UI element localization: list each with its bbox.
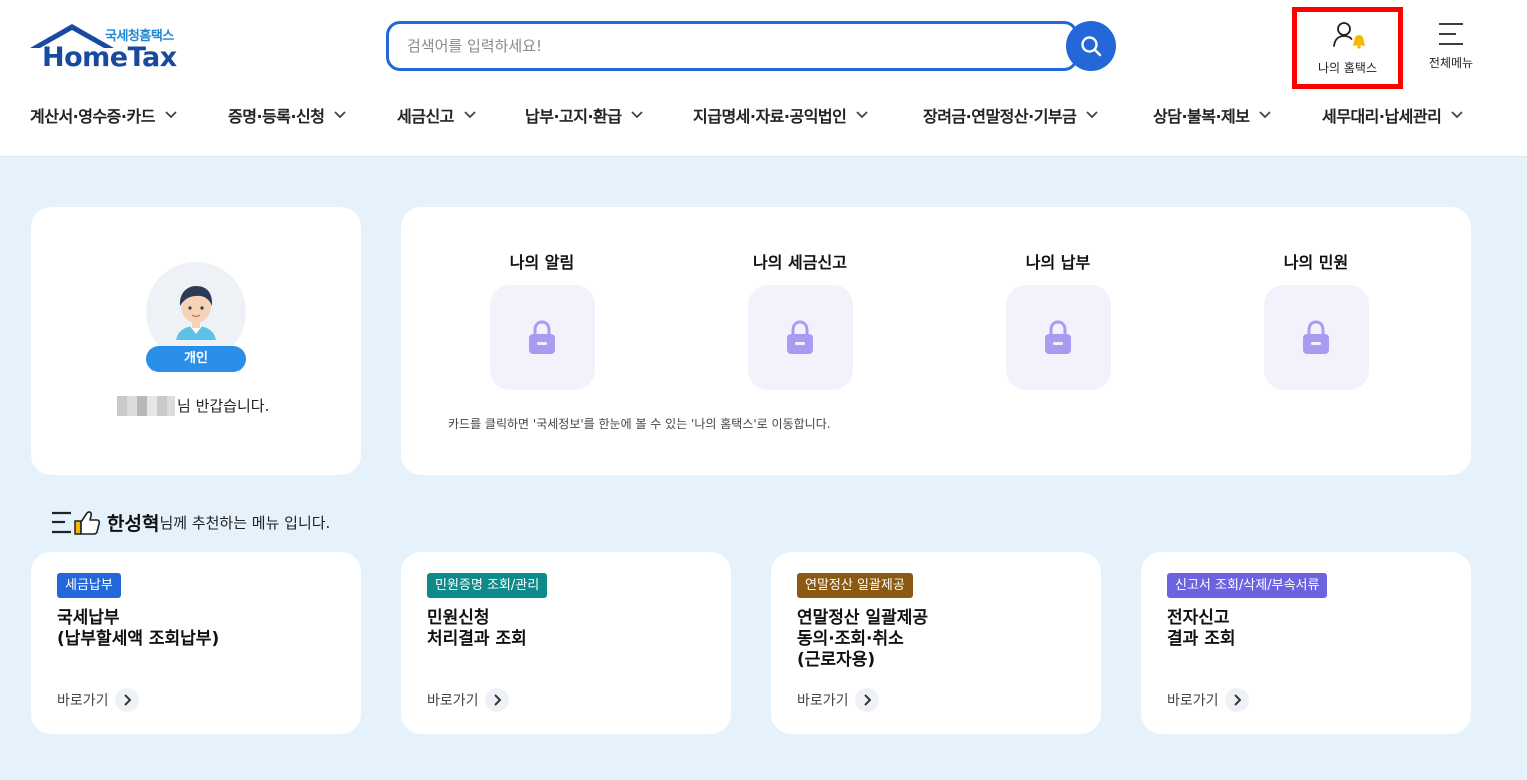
recommend-card-title: 전자신고 결과 조회 xyxy=(1167,608,1236,649)
masked-user-name xyxy=(117,395,175,416)
profile-card: 개인 님 반갑습니다. xyxy=(31,207,361,475)
chevron-down-icon xyxy=(1086,111,1098,119)
status-item-title: 나의 민원 xyxy=(1283,253,1349,272)
nav-item-label: 장려금·연말정산·기부금 xyxy=(923,107,1077,126)
recommend-card-title: 연말정산 일괄제공 동의·조회·취소 (근로자용) xyxy=(797,608,929,670)
lock-icon xyxy=(1303,319,1329,354)
search-box xyxy=(386,21,1078,71)
recommend-card-title: 민원신청 처리결과 조회 xyxy=(427,608,527,649)
go-link[interactable]: 바로가기 xyxy=(57,688,139,712)
recommend-card-tag: 연말정산 일괄제공 xyxy=(797,573,913,598)
nav-item-consult[interactable]: 상담·불복·제보 xyxy=(1153,103,1272,127)
chevron-right-icon xyxy=(854,688,879,712)
lock-icon xyxy=(787,319,813,354)
recommend-heading: 한성혁 님께 추천하는 메뉴 입니다. xyxy=(51,509,330,536)
go-link[interactable]: 바로가기 xyxy=(797,688,879,712)
status-item-title: 나의 알림 xyxy=(509,253,575,272)
status-item-title: 나의 세금신고 xyxy=(753,253,847,272)
status-item-payment[interactable]: 나의 납부 xyxy=(978,249,1138,390)
status-note: 카드를 클릭하면 '국세정보'를 한눈에 볼 수 있는 '나의 홈택스'로 이동… xyxy=(448,417,831,431)
recommend-card-tag: 세금납부 xyxy=(57,573,121,598)
nav-item-label: 상담·불복·제보 xyxy=(1153,107,1250,126)
recommend-thumbs-up-icon xyxy=(52,510,101,535)
nav-item-label: 증명·등록·신청 xyxy=(228,107,325,126)
chevron-down-icon xyxy=(165,111,177,119)
chevron-down-icon xyxy=(856,111,868,119)
status-item-box[interactable] xyxy=(489,285,595,390)
nav-item-incentive[interactable]: 장려금·연말정산·기부금 xyxy=(923,103,1098,127)
greeting-text: 님 반갑습니다. xyxy=(177,397,270,415)
all-menu-label: 전체메뉴 xyxy=(1428,56,1474,70)
status-item-alerts[interactable]: 나의 알림 xyxy=(462,249,622,390)
status-item-title: 나의 납부 xyxy=(1025,253,1091,272)
lock-icon xyxy=(529,319,555,354)
search-input[interactable] xyxy=(407,34,1047,58)
go-link-label: 바로가기 xyxy=(57,693,109,709)
recommend-card-petition-result[interactable]: 민원증명 조회/관리 민원신청 처리결과 조회 바로가기 xyxy=(401,552,731,734)
user-type-badge: 개인 xyxy=(146,346,246,372)
recommend-card-tax-payment[interactable]: 세금납부 국세납부 (납부할세액 조회납부) 바로가기 xyxy=(31,552,361,734)
status-item-box[interactable] xyxy=(1263,285,1369,390)
hamburger-icon xyxy=(1439,23,1463,45)
my-hometax-label: 나의 홈택스 xyxy=(1317,61,1377,75)
chevron-right-icon xyxy=(1224,688,1249,712)
recommend-card-title: 국세납부 (납부할세액 조회납부) xyxy=(57,608,220,649)
chevron-down-icon xyxy=(464,111,476,119)
hometax-logo[interactable]: 국세청홈택스 HomeTax xyxy=(30,22,190,74)
recommend-card-e-filing[interactable]: 신고서 조회/삭제/부속서류 전자신고 결과 조회 바로가기 xyxy=(1141,552,1471,734)
nav-item-statement[interactable]: 지급명세·자료·공익법인 xyxy=(693,103,868,127)
recommend-card-tag: 민원증명 조회/관리 xyxy=(427,573,548,598)
status-item-petition[interactable]: 나의 민원 xyxy=(1236,249,1396,390)
nav-item-certificate[interactable]: 증명·등록·신청 xyxy=(228,103,347,127)
greeting: 님 반갑습니다. xyxy=(117,395,269,416)
go-link-label: 바로가기 xyxy=(427,693,479,709)
chevron-right-icon xyxy=(114,688,139,712)
recommend-card-tag: 신고서 조회/삭제/부속서류 xyxy=(1167,573,1328,598)
chevron-down-icon xyxy=(1451,111,1463,119)
nav-item-label: 납부·고지·환급 xyxy=(525,107,622,126)
nav-item-agent[interactable]: 세무대리·납세관리 xyxy=(1322,103,1463,127)
user-bell-icon xyxy=(1333,22,1365,49)
logo-title: HomeTax xyxy=(42,42,177,73)
my-status-card: 나의 알림 나의 세금신고 나의 납부 나의 민원 카드를 클릭하면 '국세정보… xyxy=(401,207,1471,475)
nav-item-payment[interactable]: 납부·고지·환급 xyxy=(525,103,644,127)
status-item-tax-return[interactable]: 나의 세금신고 xyxy=(720,249,880,390)
chevron-down-icon xyxy=(631,111,644,119)
nav-item-label: 계산서·영수증·카드 xyxy=(30,107,155,126)
my-hometax-button[interactable]: 나의 홈택스 xyxy=(1292,7,1403,89)
status-item-box[interactable] xyxy=(747,285,853,390)
recommend-user-name: 한성혁 xyxy=(107,513,160,535)
go-link[interactable]: 바로가기 xyxy=(1167,688,1249,712)
lock-icon xyxy=(1045,319,1071,354)
go-link-label: 바로가기 xyxy=(797,693,849,709)
chevron-right-icon xyxy=(484,688,509,712)
go-link[interactable]: 바로가기 xyxy=(427,688,509,712)
recommend-card-year-end[interactable]: 연말정산 일괄제공 연말정산 일괄제공 동의·조회·취소 (근로자용) 바로가기 xyxy=(771,552,1101,734)
all-menu-button[interactable]: 전체메뉴 xyxy=(1414,18,1488,78)
status-item-box[interactable] xyxy=(1005,285,1111,390)
nav-item-invoice[interactable]: 계산서·영수증·카드 xyxy=(30,103,177,127)
recommend-heading-text: 님께 추천하는 메뉴 입니다. xyxy=(159,514,331,532)
search-icon xyxy=(1081,36,1102,57)
chevron-down-icon xyxy=(1259,111,1272,119)
nav-item-tax-return[interactable]: 세금신고 xyxy=(397,103,476,127)
chevron-down-icon xyxy=(334,111,347,119)
header: 국세청홈택스 HomeTax 나의 홈택스 전체메뉴 계산서·영수증·카드 xyxy=(0,0,1527,157)
search-button[interactable] xyxy=(1066,21,1116,71)
nav-item-label: 지급명세·자료·공익법인 xyxy=(693,107,847,126)
go-link-label: 바로가기 xyxy=(1167,693,1219,709)
nav-item-label: 세무대리·납세관리 xyxy=(1322,107,1442,126)
nav-item-label: 세금신고 xyxy=(397,107,454,126)
